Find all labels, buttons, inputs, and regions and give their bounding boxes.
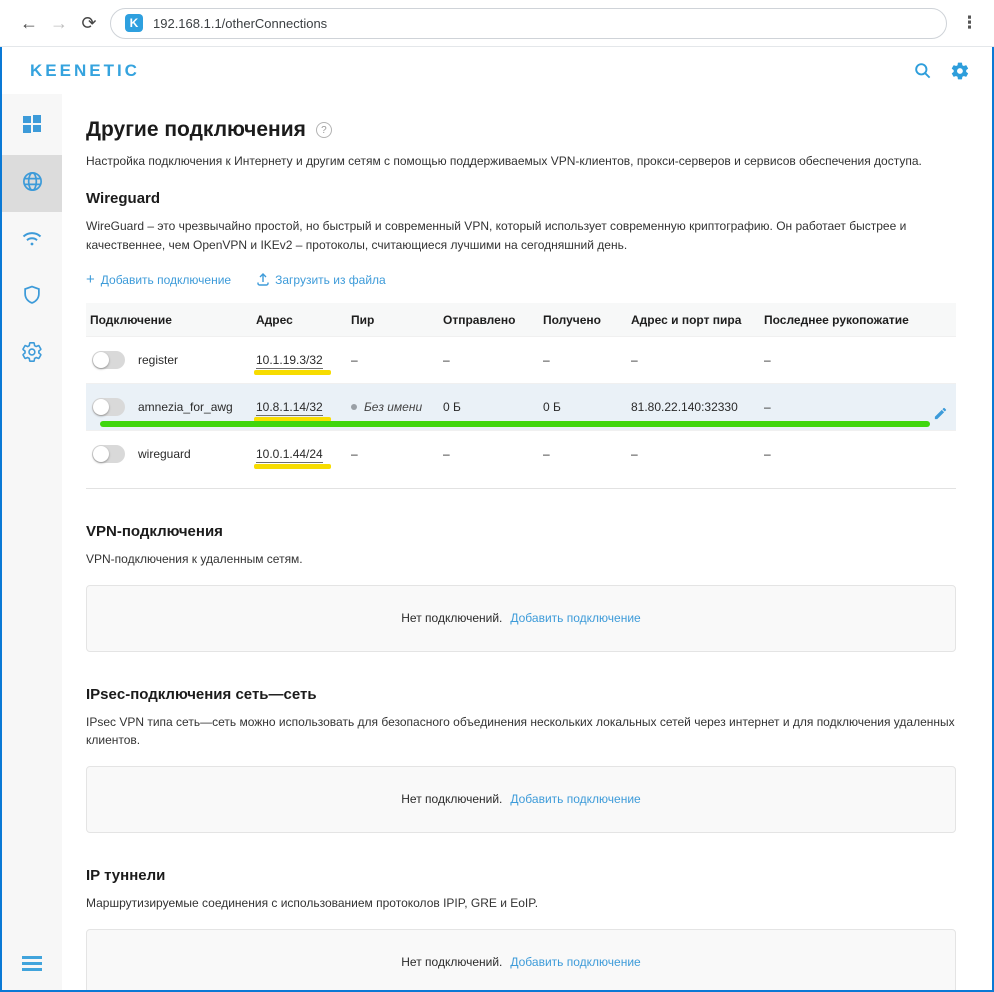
upload-icon: [257, 273, 269, 286]
section-description: Маршрутизируемые соединения с использова…: [86, 894, 956, 913]
connection-name: wireguard: [138, 447, 191, 461]
forward-icon[interactable]: →: [44, 13, 74, 34]
sidebar-item-wifi[interactable]: [2, 212, 62, 269]
add-connection-link[interactable]: Добавить подключение: [510, 792, 640, 806]
connection-toggle[interactable]: [92, 445, 125, 463]
empty-connections-panel: Нет подключений. Добавить подключение: [86, 766, 956, 833]
edit-connection-button[interactable]: [933, 406, 948, 421]
section-divider: [86, 488, 956, 489]
add-connection-link[interactable]: + Добавить подключение: [86, 271, 231, 288]
empty-text: Нет подключений.: [401, 955, 502, 969]
table-header-row: Подключение Адрес Пир Отправлено Получен…: [86, 303, 956, 336]
empty-text: Нет подключений.: [401, 792, 502, 806]
peer-name: Без имени: [351, 400, 439, 414]
peer-status-dot: [351, 404, 357, 410]
section-heading: VPN-подключения: [86, 523, 956, 540]
keenetic-logo[interactable]: KEENETIC: [30, 61, 140, 81]
section-heading: IPsec-подключения сеть—сеть: [86, 686, 956, 703]
add-connection-link[interactable]: Добавить подключение: [510, 955, 640, 969]
empty-connections-panel: Нет подключений. Добавить подключение: [86, 929, 956, 990]
wireguard-heading: Wireguard: [86, 190, 956, 207]
browser-toolbar: ← → ⟳ K 192.168.1.1/otherConnections ⋮: [0, 0, 994, 47]
sidebar-item-dashboard[interactable]: [2, 98, 62, 155]
globe-icon: [21, 170, 44, 198]
sidebar-item-internet[interactable]: [2, 155, 62, 212]
connection-address: 10.8.1.14/32: [256, 400, 323, 416]
url-text[interactable]: 192.168.1.1/otherConnections: [153, 16, 327, 31]
settings-icon: [21, 341, 43, 368]
sidebar-item-security[interactable]: [2, 269, 62, 326]
section-heading: IP туннели: [86, 867, 956, 884]
section-vpn-connections: VPN-подключения VPN-подключения к удален…: [86, 523, 956, 652]
app-header: KEENETIC: [2, 47, 992, 94]
browser-menu-icon[interactable]: ⋮: [957, 13, 982, 33]
connection-name: amnezia_for_awg: [138, 400, 233, 414]
add-connection-link[interactable]: Добавить подключение: [510, 611, 640, 625]
gear-icon[interactable]: [950, 61, 970, 81]
shield-icon: [21, 284, 43, 311]
connection-address: 10.0.1.44/24: [256, 447, 323, 463]
page-title: Другие подключения: [86, 118, 306, 142]
table-row[interactable]: register 10.1.19.3/32 – – – – –: [86, 336, 956, 383]
sidebar-item-management[interactable]: [2, 326, 62, 383]
table-row[interactable]: wireguard 10.0.1.44/24 – – – – –: [86, 430, 956, 477]
section-ipsec-connections: IPsec-подключения сеть—сеть IPsec VPN ти…: [86, 686, 956, 833]
hamburger-icon: [22, 956, 42, 959]
upload-from-file-link[interactable]: Загрузить из файла: [257, 271, 386, 288]
site-favicon: K: [125, 14, 143, 32]
section-description: VPN-подключения к удаленным сетям.: [86, 550, 956, 569]
wifi-icon: [20, 226, 44, 255]
dashboard-icon: [20, 112, 44, 141]
plus-icon: +: [86, 271, 95, 288]
connection-address: 10.1.19.3/32: [256, 353, 323, 369]
page-frame: KEENETIC: [0, 47, 994, 992]
connection-toggle[interactable]: [92, 398, 125, 416]
page-intro: Настройка подключения к Интернету и друг…: [86, 154, 956, 168]
address-bar[interactable]: K 192.168.1.1/otherConnections: [110, 8, 947, 39]
yellow-underline-annotation: [254, 464, 331, 469]
green-underline-annotation: [100, 421, 930, 427]
back-icon[interactable]: ←: [14, 13, 44, 34]
help-icon[interactable]: ?: [316, 122, 332, 138]
empty-connections-panel: Нет подключений. Добавить подключение: [86, 585, 956, 652]
sidebar-menu-toggle[interactable]: [2, 948, 62, 978]
yellow-underline-annotation: [254, 370, 331, 375]
empty-text: Нет подключений.: [401, 611, 502, 625]
table-row-highlighted[interactable]: amnezia_for_awg 10.8.1.14/32 Без имени 0…: [86, 383, 956, 430]
main-content: Другие подключения ? Настройка подключен…: [62, 94, 992, 990]
section-description: IPsec VPN типа сеть—сеть можно использов…: [86, 713, 956, 750]
connection-name: register: [138, 353, 178, 367]
wireguard-table: Подключение Адрес Пир Отправлено Получен…: [86, 303, 956, 477]
search-icon[interactable]: [913, 61, 932, 80]
wireguard-description: WireGuard – это чрезвычайно простой, но …: [86, 217, 956, 254]
connection-toggle[interactable]: [92, 351, 125, 369]
section-ip-tunnels: IP туннели Маршрутизируемые соединения с…: [86, 867, 956, 990]
reload-icon[interactable]: ⟳: [74, 13, 104, 34]
sidebar: [2, 94, 62, 990]
